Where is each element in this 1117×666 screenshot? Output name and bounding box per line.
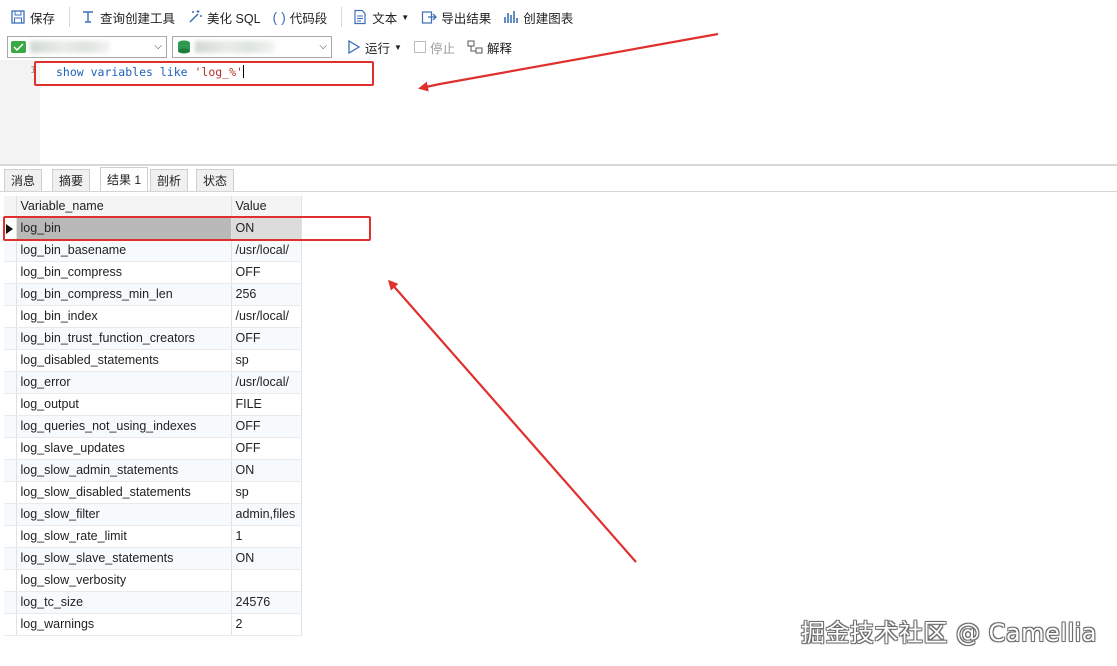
arrow-to-row: [388, 279, 637, 563]
arrow-to-sql: [418, 32, 719, 92]
watermark: 掘金技术社区 @ Camellia: [800, 619, 1097, 647]
annotation-arrows: [388, 32, 719, 563]
